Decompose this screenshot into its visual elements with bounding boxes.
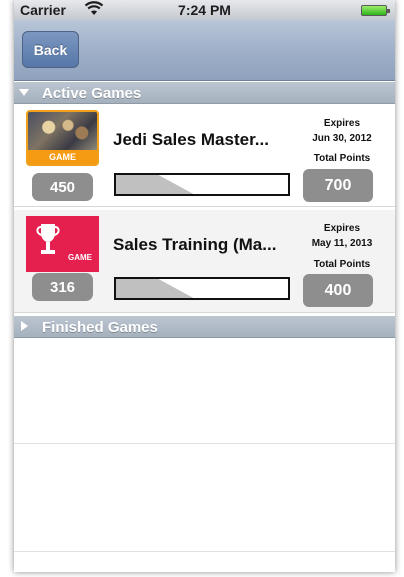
total-points-badge: 700 <box>303 169 373 202</box>
phone-screen: Carrier 7:24 PM Back Active Games GAME 4… <box>14 0 395 572</box>
clock: 7:24 PM <box>178 2 231 18</box>
trophy-glyph-icon <box>36 224 60 254</box>
empty-table-row <box>14 444 395 552</box>
game-row[interactable]: GAME 316 Sales Training (Ma... Expires M… <box>14 210 395 313</box>
progress-fill <box>116 279 194 298</box>
points-badge: 450 <box>32 173 93 201</box>
star-wars-scene-icon: GAME <box>26 110 99 166</box>
expires-label: Expires <box>323 118 361 129</box>
section-header-finished-games[interactable]: Finished Games <box>14 316 395 338</box>
empty-table-row <box>14 339 395 444</box>
section-label: Finished Games <box>42 319 158 336</box>
game-artwork <box>28 112 97 150</box>
disclosure-triangle-down-icon <box>19 89 29 96</box>
progress-bar <box>114 173 290 196</box>
total-points-label: Total Points <box>313 153 371 164</box>
total-points-label: Total Points <box>313 259 371 270</box>
back-button[interactable]: Back <box>22 31 79 68</box>
game-row[interactable]: GAME 450 Jedi Sales Master... Expires Ju… <box>14 104 395 207</box>
game-tag: GAME <box>49 152 76 162</box>
section-header-active-games[interactable]: Active Games <box>14 82 395 104</box>
section-label: Active Games <box>42 85 142 102</box>
points-badge: 316 <box>32 273 93 301</box>
progress-fill <box>116 175 194 194</box>
trophy-icon: GAME <box>26 216 99 272</box>
expires-date: May 11, 2013 <box>311 238 373 249</box>
game-title: Sales Training (Ma... <box>113 235 277 254</box>
game-title: Jedi Sales Master... <box>113 130 269 149</box>
navigation-bar: Back <box>14 20 395 81</box>
game-tag: GAME <box>68 253 92 262</box>
expires-date: Jun 30, 2012 <box>312 133 372 144</box>
progress-bar <box>114 277 290 300</box>
total-points-badge: 400 <box>303 274 373 307</box>
status-bar: Carrier 7:24 PM <box>14 0 395 20</box>
battery-icon <box>361 5 390 16</box>
expires-label: Expires <box>323 223 361 234</box>
disclosure-triangle-right-icon <box>21 321 28 331</box>
